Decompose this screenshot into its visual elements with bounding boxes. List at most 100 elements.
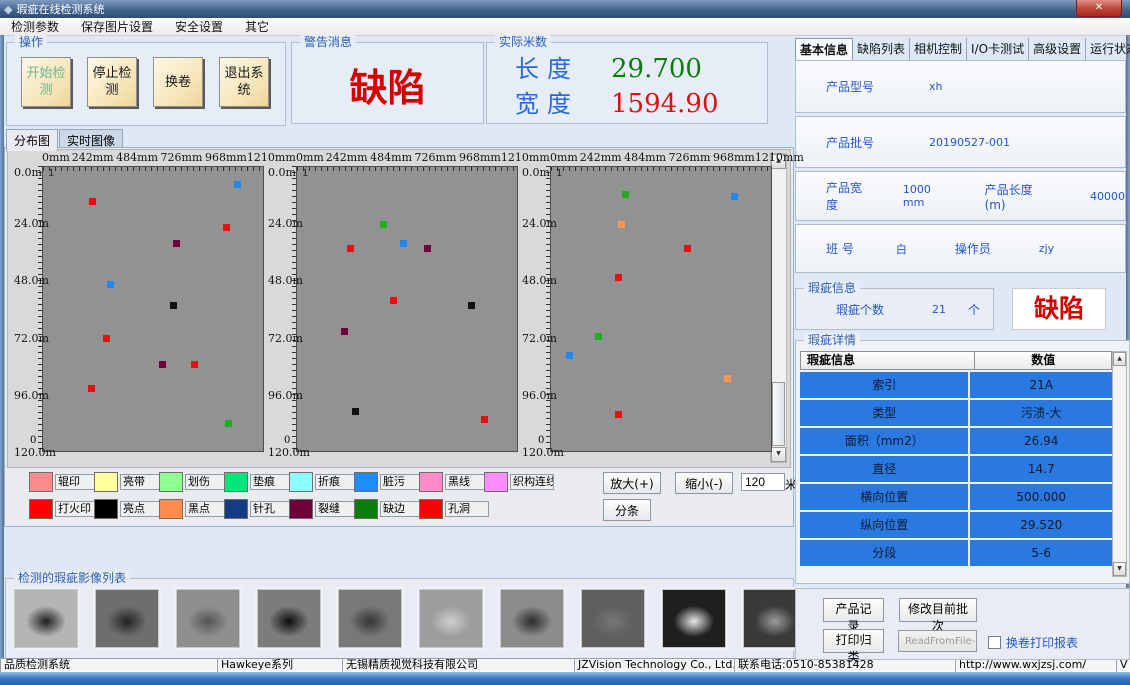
product-width-label: 产品宽度 bbox=[826, 179, 873, 213]
print-classify-button[interactable]: 打印归类 bbox=[823, 629, 884, 653]
defect-thumbnail-8[interactable] bbox=[581, 589, 645, 648]
menu-item-4[interactable]: 其它 bbox=[234, 18, 280, 35]
detail-scrollbar[interactable]: ▲ ▼ bbox=[1112, 351, 1127, 577]
legend-item: 缺边 bbox=[354, 499, 415, 519]
status-cell-2: Hawkeye系列 bbox=[217, 658, 342, 672]
defect-detail-row[interactable]: 类型污渍-大 bbox=[800, 400, 1112, 426]
scroll-up-icon[interactable]: ▲ bbox=[1113, 352, 1126, 366]
defect-point[interactable] bbox=[400, 240, 407, 247]
op-button-2[interactable]: 停止检测 bbox=[87, 57, 137, 107]
legend-label: 缺边 bbox=[380, 501, 424, 517]
defect-detail-row[interactable]: 索引21A bbox=[800, 372, 1112, 398]
defect-point[interactable] bbox=[724, 375, 731, 382]
zoom-out-button[interactable]: 缩小(-) bbox=[675, 472, 733, 494]
defect-point[interactable] bbox=[234, 181, 241, 188]
operation-group-title: 操作 bbox=[15, 35, 47, 49]
defect-point[interactable] bbox=[468, 302, 475, 309]
product-model-row: 产品型号 xh bbox=[795, 60, 1126, 113]
scroll-down-icon[interactable]: ▼ bbox=[1113, 562, 1126, 576]
right-tab-2[interactable]: 缺陷列表 bbox=[853, 38, 910, 61]
defect-point[interactable] bbox=[615, 411, 622, 418]
scatter-panel-1: 0mm242mm484mm726mm968mm1210mm0.0m24.0m48… bbox=[14, 152, 264, 452]
defect-thumbnail-3[interactable] bbox=[176, 589, 240, 648]
meters-group-title: 实际米数 bbox=[495, 35, 551, 49]
modify-batch-button[interactable]: 修改目前批次 bbox=[899, 598, 977, 622]
defect-point[interactable] bbox=[170, 302, 177, 309]
shift-label: 班 号 bbox=[826, 240, 854, 257]
defect-point[interactable] bbox=[225, 420, 232, 427]
op-button-3[interactable]: 换卷 bbox=[153, 57, 203, 107]
split-button[interactable]: 分条 bbox=[603, 499, 651, 521]
defect-point[interactable] bbox=[159, 361, 166, 368]
defect-thumbnail-9[interactable] bbox=[662, 589, 726, 648]
defect-point[interactable] bbox=[88, 385, 95, 392]
legend-item: 织构连线 bbox=[484, 472, 545, 492]
origin-label: 0 bbox=[538, 435, 544, 446]
defect-point[interactable] bbox=[390, 297, 397, 304]
defect-thumbnail-1[interactable] bbox=[14, 589, 78, 648]
right-tab-3[interactable]: 相机控制 bbox=[910, 38, 967, 61]
defect-point[interactable] bbox=[481, 416, 488, 423]
defect-point[interactable] bbox=[103, 335, 110, 342]
defect-point[interactable] bbox=[618, 221, 625, 228]
zoom-in-button[interactable]: 放大(+) bbox=[603, 472, 661, 494]
legend-swatch bbox=[29, 472, 53, 492]
defect-thumbnail-5[interactable] bbox=[338, 589, 402, 648]
legend-item: 裂缝 bbox=[289, 499, 350, 519]
defect-point[interactable] bbox=[622, 191, 629, 198]
plot-index-label: 1 bbox=[48, 168, 54, 179]
legend-item: 黑点 bbox=[159, 499, 220, 519]
left-tab-1[interactable]: 分布图 bbox=[6, 129, 58, 151]
defect-point[interactable] bbox=[107, 281, 114, 288]
legend-label: 裂缝 bbox=[315, 501, 359, 517]
defect-point[interactable] bbox=[731, 193, 738, 200]
defect-detail-row[interactable]: 分段5-6 bbox=[800, 540, 1112, 566]
defect-point[interactable] bbox=[380, 221, 387, 228]
detail-field-name: 索引 bbox=[800, 372, 970, 398]
op-button-1[interactable]: 开始检测 bbox=[21, 57, 71, 107]
right-tab-4[interactable]: I/O卡测试 bbox=[967, 38, 1029, 61]
menu-item-1[interactable]: 检测参数 bbox=[0, 18, 70, 35]
defect-point[interactable] bbox=[424, 245, 431, 252]
close-button[interactable]: ✕ bbox=[1076, 0, 1122, 17]
product-record-button[interactable]: 产品记录 bbox=[823, 598, 884, 622]
defect-point[interactable] bbox=[191, 361, 198, 368]
defect-detail-row[interactable]: 横向位置500.000 bbox=[800, 484, 1112, 510]
menu-item-3[interactable]: 安全设置 bbox=[164, 18, 234, 35]
x-tick-label: 726mm bbox=[669, 151, 711, 164]
defect-point[interactable] bbox=[684, 245, 691, 252]
op-button-4[interactable]: 退出系统 bbox=[219, 57, 269, 107]
defect-detail-rows: 索引21A类型污渍-大面积（mm2）26.94直径14.7横向位置500.000… bbox=[800, 372, 1112, 566]
defect-thumbnail-4[interactable] bbox=[257, 589, 321, 648]
meters-groupbox: 实际米数 长度 29.700 宽度 1594.90 bbox=[486, 42, 768, 124]
defect-detail-header: 瑕疵信息 数值 bbox=[800, 351, 1112, 370]
scroll-thumb[interactable] bbox=[772, 382, 785, 446]
meters-input[interactable] bbox=[741, 473, 785, 491]
right-tab-1[interactable]: 基本信息 bbox=[795, 38, 853, 61]
scroll-down-icon[interactable]: ▼ bbox=[771, 447, 786, 462]
defect-point[interactable] bbox=[566, 352, 573, 359]
defect-point[interactable] bbox=[223, 224, 230, 231]
defect-detail-row[interactable]: 纵向位置29.520 bbox=[800, 512, 1112, 538]
length-value: 29.700 bbox=[611, 54, 702, 84]
defect-detail-row[interactable]: 直径14.7 bbox=[800, 456, 1112, 482]
print-report-checkbox[interactable] bbox=[988, 636, 1001, 649]
plot-scrollbar[interactable]: ▲ ▼ bbox=[770, 153, 787, 463]
defect-point[interactable] bbox=[615, 274, 622, 281]
defect-point[interactable] bbox=[89, 198, 96, 205]
right-tab-6[interactable]: 运行状态信息 bbox=[1086, 38, 1130, 61]
defect-detail-row[interactable]: 面积（mm2）26.94 bbox=[800, 428, 1112, 454]
legend-item: 孔洞 bbox=[419, 499, 480, 519]
defect-point[interactable] bbox=[347, 245, 354, 252]
defect-point[interactable] bbox=[352, 408, 359, 415]
menu-item-2[interactable]: 保存图片设置 bbox=[70, 18, 164, 35]
defect-point[interactable] bbox=[173, 240, 180, 247]
defect-point[interactable] bbox=[341, 328, 348, 335]
defect-thumbnail-2[interactable] bbox=[95, 589, 159, 648]
right-tab-5[interactable]: 高级设置 bbox=[1029, 38, 1086, 61]
defect-point[interactable] bbox=[595, 333, 602, 340]
y-tick-label: 96.0m bbox=[14, 389, 49, 402]
y-tick-label: 0.0m bbox=[14, 166, 42, 179]
defect-thumbnail-7[interactable] bbox=[500, 589, 564, 648]
defect-thumbnail-6[interactable] bbox=[419, 589, 483, 648]
